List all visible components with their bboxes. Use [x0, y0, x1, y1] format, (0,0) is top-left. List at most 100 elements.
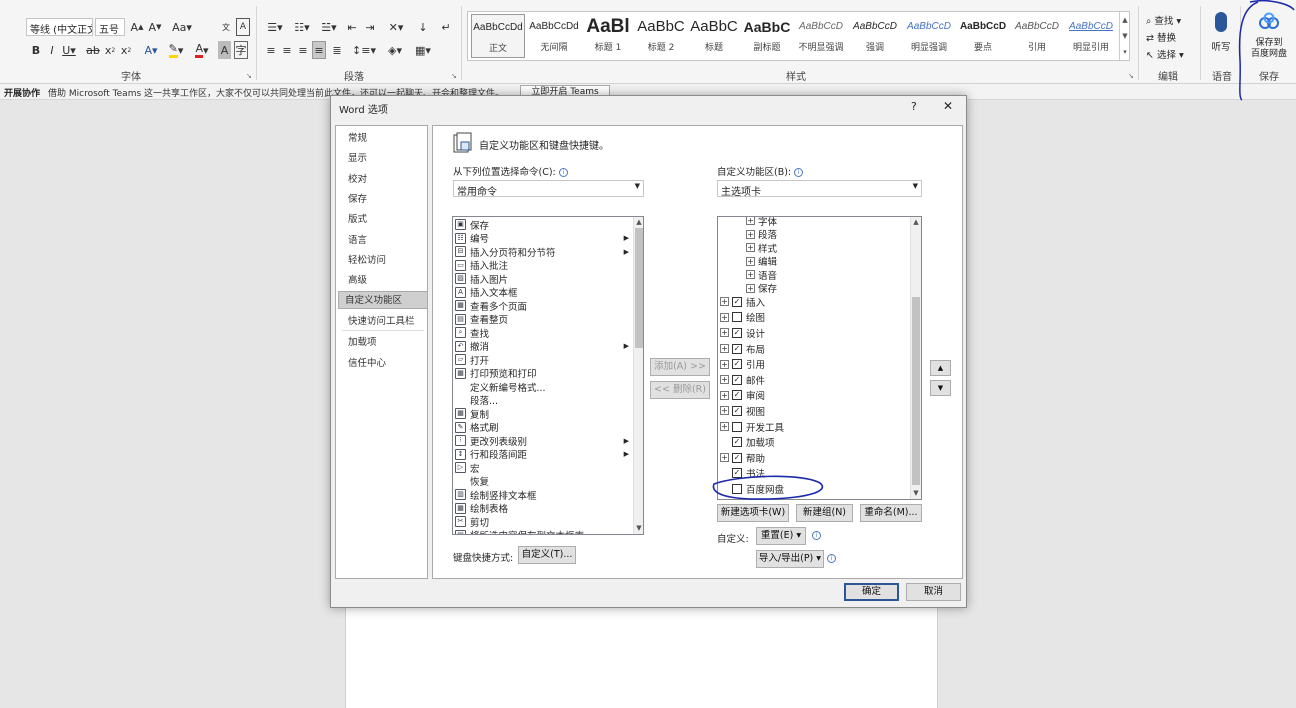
command-item[interactable]: ▤ 将所选内容保存到文本框库 — [455, 529, 631, 534]
numbering-icon[interactable]: ☷▾ — [290, 18, 314, 36]
char-shading-icon[interactable]: A — [218, 41, 231, 59]
scroll-down-icon[interactable]: ▼ — [634, 523, 643, 533]
checkbox-checked[interactable]: ✓ — [732, 390, 742, 401]
expand-icon[interactable]: + — [746, 256, 755, 266]
checkbox-checked[interactable]: ✓ — [732, 452, 742, 463]
nav-language[interactable]: 语言 — [342, 232, 430, 250]
add-button[interactable]: 添加(A) >> — [650, 358, 710, 376]
character-border-icon[interactable]: A — [236, 18, 250, 36]
nav-display[interactable]: 显示 — [342, 150, 430, 168]
superscript-icon[interactable]: x2 — [120, 41, 132, 59]
command-item[interactable]: ⁝ 更改列表级别 ▶ — [455, 434, 631, 448]
style-no-spacing[interactable]: AaBbCcDd 无间隔 — [527, 14, 581, 58]
scroll-up-icon[interactable]: ▲ — [911, 217, 921, 227]
justify-icon[interactable]: ≡ — [312, 41, 326, 59]
nav-addins[interactable]: 加载项 — [342, 334, 430, 352]
align-right-icon[interactable]: ≡ — [296, 41, 310, 59]
commands-list[interactable]: ▣ 保存 ☷ 编号 ▶ ⊟ 插入分页符和分节符 ▶ ▭ 插入批注 ▨ 插入图片 A 插入文本框 ▦ 查看多个页… — [452, 216, 644, 535]
customize-ribbon-select[interactable]: 主选项卡 ▼ — [717, 180, 922, 197]
change-case-icon[interactable]: Aa▾ — [172, 18, 192, 36]
command-item[interactable]: ▣ 保存 — [455, 218, 631, 232]
tree-tab-item[interactable]: + 开发工具 — [720, 419, 784, 435]
nav-advanced[interactable]: 高级 — [342, 272, 430, 290]
replace-button[interactable]: ⇄ 替换 — [1146, 30, 1176, 44]
new-group-button[interactable]: 新建组(N) — [796, 504, 853, 522]
remove-button[interactable]: << 删除(R) — [650, 381, 710, 399]
show-marks-icon[interactable]: ↵ — [438, 18, 454, 36]
expand-icon[interactable]: + — [720, 312, 729, 322]
reset-button[interactable]: 重置(E) ▾ — [756, 527, 806, 545]
style-quote[interactable]: AaBbCcD 引用 — [1010, 14, 1064, 58]
checkbox-checked[interactable]: ✓ — [732, 343, 742, 354]
command-item[interactable]: A 插入文本框 — [455, 286, 631, 299]
checkbox-checked[interactable]: ✓ — [732, 405, 742, 416]
checkbox-unchecked[interactable] — [732, 312, 742, 323]
command-item[interactable]: ↶ 撤消 ▶ — [455, 340, 631, 353]
select-button[interactable]: ↖ 选择 ▾ — [1146, 47, 1184, 61]
tree-tab-item[interactable]: + ✓ 视图 — [720, 403, 765, 419]
expand-icon[interactable]: + — [720, 406, 729, 416]
command-item[interactable]: ✂ 剪切 — [455, 515, 631, 529]
ribbon-tree[interactable]: + 字体 + 段落 + 样式 + 编辑 + 语音 + 保存 + ✓ 插入 + 绘图 + ✓ 设计 + ✓ 布局 + ✓ 引用 + ✓ 邮… — [717, 216, 922, 500]
expand-icon[interactable]: + — [746, 270, 755, 280]
align-left-icon[interactable]: ≡ — [264, 41, 278, 59]
scroll-thumb[interactable] — [635, 228, 643, 348]
line-spacing-icon[interactable]: ↕≡▾ — [352, 41, 376, 59]
tree-tab-item[interactable]: + ✓ 插入 — [720, 294, 765, 310]
phonetic-guide-icon[interactable]: 文 — [218, 18, 234, 36]
increase-indent-icon[interactable]: ⇥ — [362, 18, 378, 36]
expand-icon[interactable]: + — [720, 390, 729, 400]
checkbox-unchecked[interactable] — [732, 421, 742, 432]
text-effects-icon[interactable]: A▾ — [142, 41, 160, 59]
cancel-button[interactable]: 取消 — [906, 583, 961, 601]
command-item[interactable]: 恢复 — [455, 475, 631, 488]
nav-proofing[interactable]: 校对 — [342, 171, 430, 189]
command-item[interactable]: ▦ 查看多个页面 — [455, 299, 631, 313]
font-size-select[interactable]: 五号 — [95, 18, 125, 36]
font-color-icon[interactable]: A ▾ — [192, 41, 212, 59]
distributed-icon[interactable]: ≣ — [330, 41, 344, 59]
ok-button[interactable]: 确定 — [844, 583, 899, 601]
checkbox-checked[interactable]: ✓ — [732, 374, 742, 385]
font-family-select[interactable]: 等线 (中文正文 — [26, 18, 93, 36]
nav-quick-access[interactable]: 快速访问工具栏 — [342, 313, 430, 331]
grow-font-icon[interactable]: A ▲ — [130, 18, 144, 36]
style-subtitle[interactable]: AaBbC 副标题 — [740, 14, 794, 58]
borders-icon[interactable]: ▦▾ — [412, 41, 434, 59]
command-item[interactable]: ▦ 绘制表格 — [455, 502, 631, 515]
tree-tab-item[interactable]: + ✓ 设计 — [720, 325, 765, 341]
command-item[interactable]: ↕ 行和段落间距 ▶ — [455, 448, 631, 461]
italic-icon[interactable]: I — [46, 41, 58, 59]
style-intense-quote[interactable]: AaBbCcD 明显引用 — [1064, 14, 1118, 58]
new-tab-button[interactable]: 新建选项卡(W) — [717, 504, 789, 522]
strikethrough-icon[interactable]: ab — [86, 41, 100, 59]
import-export-button[interactable]: 导入/导出(P) ▾ — [756, 550, 824, 568]
choose-commands-select[interactable]: 常用命令 ▼ — [453, 180, 644, 197]
tree-tab-item[interactable]: + ✓ 邮件 — [720, 372, 765, 388]
commands-scrollbar[interactable]: ▲ ▼ — [633, 217, 643, 534]
command-item[interactable]: ☷ 编号 ▶ — [455, 232, 631, 245]
font-launcher-icon[interactable]: ↘ — [246, 72, 252, 80]
rename-button[interactable]: 重命名(M)... — [860, 504, 922, 522]
command-item[interactable]: ▨ 插入图片 — [455, 272, 631, 286]
tree-tab-item[interactable]: + ✓ 帮助 — [720, 450, 765, 466]
command-item[interactable]: 定义新编号格式... — [455, 380, 631, 394]
help-icon[interactable]: ? — [911, 100, 917, 113]
paragraph-launcher-icon[interactable]: ↘ — [451, 72, 457, 80]
command-item[interactable]: ▥ 绘制竖排文本框 — [455, 488, 631, 502]
expand-icon[interactable]: + — [746, 283, 755, 293]
checkbox-checked[interactable]: ✓ — [732, 359, 742, 370]
nav-accessibility[interactable]: 轻松访问 — [342, 252, 430, 270]
expand-icon[interactable]: + — [746, 243, 755, 253]
close-icon[interactable]: ✕ — [943, 99, 953, 113]
expand-icon[interactable]: + — [720, 328, 729, 338]
subscript-icon[interactable]: x2 — [104, 41, 116, 59]
enclose-char-icon[interactable]: 字 — [234, 41, 248, 59]
shrink-font-icon[interactable]: A ▼ — [148, 18, 162, 36]
nav-general[interactable]: 常规 — [342, 130, 430, 148]
command-item[interactable]: ▦ 复制 — [455, 407, 631, 421]
style-strong[interactable]: AaBbCcD 要点 — [956, 14, 1010, 58]
decrease-indent-icon[interactable]: ⇤ — [344, 18, 360, 36]
move-up-icon[interactable]: ▲ — [930, 360, 951, 376]
style-subtle-emphasis[interactable]: AaBbCcD 不明显强调 — [794, 14, 848, 58]
